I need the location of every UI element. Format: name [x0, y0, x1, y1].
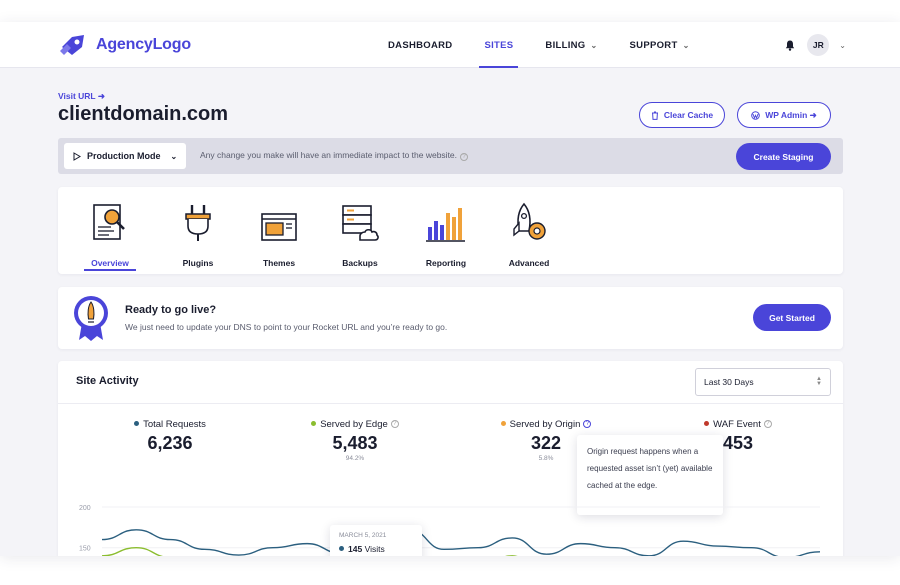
environment-note-text: Any change you make will have an immedia…	[200, 150, 458, 160]
themes-icon	[261, 213, 297, 241]
stat-label: Served by Origin	[509, 419, 581, 430]
page-title: clientdomain.com	[58, 103, 229, 125]
play-icon	[73, 151, 81, 161]
tab-plugins[interactable]: Plugins	[168, 199, 228, 268]
tab-label: Plugins	[182, 258, 214, 268]
stat-value: 6,236	[147, 433, 193, 453]
tab-label: Backups	[342, 258, 378, 268]
chart-tooltip: MARCH 5, 2021 145 Visits	[330, 525, 422, 556]
environment-note: Any change you make will have an immedia…	[200, 150, 469, 161]
date-range-select[interactable]: Last 30 Days ▲ ▼	[695, 368, 831, 396]
environment-select[interactable]: Production Mode ⌄	[64, 143, 186, 169]
backups-icon	[342, 205, 379, 241]
main-nav: DASHBOARD SITES BILLING ⌄ SUPPORT ⌄	[388, 22, 722, 68]
visit-url-link[interactable]: Visit URL ➜	[58, 91, 105, 102]
activity-line-chart: 200 150	[79, 505, 821, 556]
go-live-subtitle: We just need to update your DNS to point…	[125, 322, 448, 332]
help-icon[interactable]: ?	[763, 420, 772, 429]
tab-label: Reporting	[425, 258, 467, 268]
site-activity-panel: Site Activity Last 30 Days ▲ ▼ Total Requ…	[58, 361, 843, 556]
reporting-icon	[426, 208, 465, 242]
overview-icon	[93, 204, 125, 240]
series-dot	[500, 420, 506, 426]
nav-support[interactable]: SUPPORT ⌄	[630, 22, 690, 68]
chevron-down-icon: ⌄	[170, 151, 178, 161]
wordpress-icon	[751, 110, 761, 120]
stat-percent: 94.2%	[345, 455, 365, 462]
series-dot	[134, 420, 140, 426]
stat-served-by-edge: Served by Edge? 5,483 94.2%	[295, 419, 415, 462]
y-tick-label: 150	[79, 546, 91, 553]
app-window: AgencyLogo DASHBOARD SITES BILLING ⌄ SUPP…	[0, 22, 900, 556]
date-range-value: Last 30 Days	[704, 377, 754, 387]
user-area: JR ⌄	[783, 34, 846, 56]
help-icon[interactable]: ?	[583, 420, 592, 429]
tab-advanced[interactable]: Advanced	[499, 199, 559, 268]
nav-dashboard-label: DASHBOARD	[388, 39, 453, 51]
site-tabs: Overview Plugins Themes Backups Reportin…	[58, 187, 843, 274]
nav-sites[interactable]: SITES	[479, 22, 519, 68]
go-live-banner: Ready to go live? We just need to update…	[58, 287, 843, 349]
chevron-down-icon: ⌄	[590, 40, 598, 50]
top-navbar: AgencyLogo DASHBOARD SITES BILLING ⌄ SUPP…	[0, 22, 900, 68]
site-activity-title: Site Activity	[76, 375, 139, 387]
environment-select-label: Production Mode	[87, 151, 161, 161]
clear-cache-label: Clear Cache	[663, 110, 714, 120]
help-icon[interactable]: ?	[460, 153, 469, 161]
advanced-icon	[513, 202, 546, 240]
tab-label: Themes	[262, 258, 296, 268]
nav-billing-label: BILLING	[545, 39, 586, 51]
nav-support-label: SUPPORT	[629, 39, 678, 51]
tab-themes[interactable]: Themes	[249, 199, 309, 268]
chevron-down-icon[interactable]: ⌄	[839, 41, 846, 50]
get-started-button[interactable]: Get Started	[753, 304, 831, 331]
nav-dashboard[interactable]: DASHBOARD	[388, 22, 452, 68]
tab-label: Advanced	[508, 258, 550, 268]
chevron-down-icon: ⌄	[682, 40, 690, 50]
series-dot	[339, 546, 344, 552]
stat-label: WAF Event	[713, 419, 761, 430]
chart-tooltip-date: MARCH 5, 2021	[339, 532, 387, 539]
active-tab-indicator	[84, 269, 136, 271]
help-icon[interactable]: ?	[390, 420, 399, 429]
y-tick-label: 200	[79, 505, 91, 512]
chart-tooltip-value: 145	[348, 544, 363, 554]
chart-tooltip-unit: Visits	[364, 544, 385, 554]
nav-billing[interactable]: BILLING ⌄	[545, 22, 597, 68]
rocket-badge-icon	[71, 293, 111, 348]
divider	[58, 403, 843, 404]
trash-icon	[651, 111, 658, 120]
rocket-logo-icon	[60, 35, 84, 55]
select-arrows-icon: ▲ ▼	[816, 376, 822, 387]
stat-label: Total Requests	[143, 419, 206, 430]
agency-logo[interactable]: AgencyLogo	[58, 33, 191, 57]
environment-bar: Production Mode ⌄ Any change you make wi…	[58, 138, 843, 174]
tab-overview[interactable]: Overview	[80, 199, 140, 268]
stat-total-requests: Total Requests 6,236	[110, 419, 230, 454]
clear-cache-button[interactable]: Clear Cache	[639, 102, 725, 128]
avatar[interactable]: JR	[807, 34, 830, 56]
wp-admin-label: WP Admin ➜	[765, 109, 817, 120]
series-line-total-requests	[101, 529, 821, 556]
tab-reporting[interactable]: Reporting	[416, 199, 476, 268]
stat-label: Served by Edge	[320, 419, 388, 430]
wp-admin-button[interactable]: WP Admin ➜	[737, 102, 831, 128]
tab-label: Overview	[91, 258, 129, 268]
bell-icon[interactable]	[783, 38, 797, 52]
create-staging-button[interactable]: Create Staging	[736, 143, 831, 170]
logo-text: AgencyLogo	[96, 36, 191, 53]
tab-backups[interactable]: Backups	[330, 199, 390, 268]
series-dot	[704, 420, 710, 426]
nav-sites-label: SITES	[484, 39, 514, 51]
plugin-icon	[185, 205, 211, 241]
go-live-title: Ready to go live?	[125, 304, 217, 316]
stat-value: 5,483	[332, 433, 378, 453]
series-dot	[311, 420, 317, 426]
